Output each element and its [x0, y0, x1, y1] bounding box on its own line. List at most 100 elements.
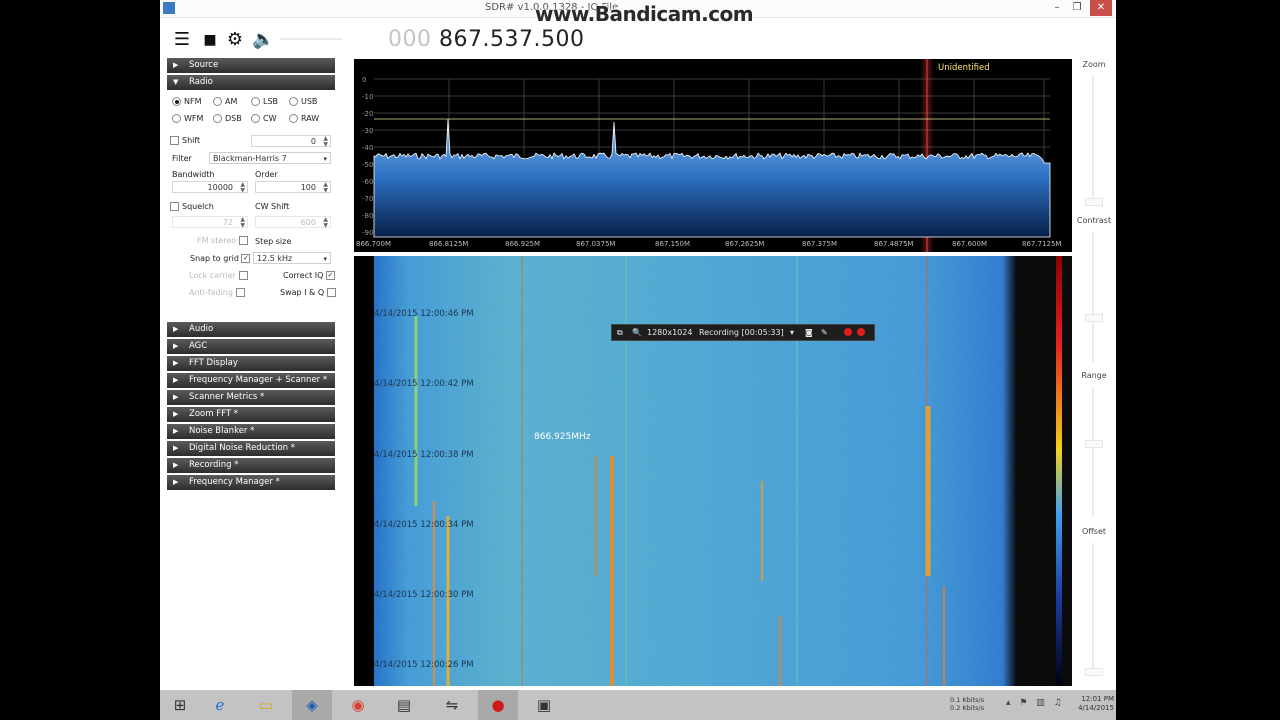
mode-raw[interactable]: RAW [289, 114, 319, 123]
radio-button-dsb[interactable] [213, 114, 222, 123]
panel-noise-blanker[interactable]: ▶ Noise Blanker * [167, 424, 335, 439]
camera-icon[interactable]: ◙ [805, 325, 813, 340]
clock[interactable]: 12:01 PM 4/14/2015 [1070, 695, 1114, 713]
x-tick: 867.4875M [874, 240, 914, 248]
checkbox-correct-iq[interactable]: ✓ [325, 271, 335, 280]
checkbox-snap-to-grid[interactable]: ✓ [241, 254, 251, 263]
app-icon[interactable]: ▤ [384, 690, 424, 720]
panel-frequency-manager-scanner[interactable]: ▶ Frequency Manager + Scanner * [167, 373, 335, 388]
volume-slider[interactable] [280, 38, 342, 40]
bandwidth-input[interactable]: 10000 ▲ ▼ [172, 181, 248, 194]
lock-carrier-checkbox[interactable]: Lock carrier [189, 271, 251, 280]
spinner-icon[interactable]: ▲ ▼ [323, 217, 328, 229]
panel-radio[interactable]: ▼ Radio [167, 75, 335, 90]
mode-am[interactable]: AM [213, 97, 237, 106]
correct-iq-checkbox[interactable]: Correct IQ ✓ [283, 271, 338, 280]
waterfall-display[interactable]: 4/14/2015 12:00:46 PM 4/14/2015 12:00:42… [354, 256, 1072, 686]
offset-slider-thumb[interactable] [1085, 668, 1103, 676]
maximize-button[interactable]: ❐ [1066, 0, 1088, 16]
radio-button-wfm[interactable] [172, 114, 181, 123]
mode-dsb[interactable]: DSB [213, 114, 242, 123]
minimize-button[interactable]: – [1046, 0, 1068, 16]
panel-audio[interactable]: ▶ Audio [167, 322, 335, 337]
internet-explorer-icon[interactable]: ℯ [200, 690, 240, 720]
magnifier-icon[interactable]: 🔍 [632, 325, 642, 340]
checkbox-anti-fading[interactable] [235, 288, 245, 297]
stop-record-icon[interactable] [857, 328, 865, 336]
system-tray-icons[interactable]: ▴ ⚑ ▥ ♫ [1006, 698, 1065, 708]
shift-checkbox[interactable]: Shift [170, 136, 200, 145]
checkbox-shift[interactable] [170, 136, 179, 145]
mode-cw[interactable]: CW [251, 114, 277, 123]
windows-start-icon[interactable]: ⊞ [160, 690, 200, 720]
window-icon[interactable]: ▣ [524, 690, 564, 720]
speaker-icon[interactable]: 🔈 [252, 30, 274, 50]
frequency-display[interactable]: 000 867.537.500 [388, 27, 584, 52]
range-slider-thumb[interactable] [1085, 440, 1103, 448]
panel-agc[interactable]: ▶ AGC [167, 339, 335, 354]
radio-button-am[interactable] [213, 97, 222, 106]
chevron-down-icon[interactable]: ▾ [790, 325, 794, 340]
shift-input[interactable]: 0 ▲ ▼ [251, 135, 331, 148]
panel-digital-noise-reduction[interactable]: ▶ Digital Noise Reduction * [167, 441, 335, 456]
hamburger-menu-icon[interactable]: ☰ [172, 30, 192, 50]
y-tick: -70 [362, 195, 374, 203]
sdrsharp-icon[interactable]: ◈ [292, 690, 332, 720]
cw-shift-label: CW Shift [255, 202, 290, 211]
radio-button-nfm[interactable] [172, 97, 181, 106]
checkbox-swap-iq[interactable] [326, 288, 336, 297]
chrome-icon[interactable]: ◉ [338, 690, 378, 720]
radio-button-raw[interactable] [289, 114, 298, 123]
swap-iq-checkbox[interactable]: Swap I & Q [280, 288, 339, 297]
spectrum-analyzer[interactable]: Unidentified 0 -10 -20 -30 -40 -50 -60 -… [354, 59, 1072, 252]
panel-fft-display[interactable]: ▶ FFT Display [167, 356, 335, 371]
step-size-select[interactable]: 12.5 kHz ▾ [253, 252, 331, 264]
network-icon[interactable]: ⇋ [432, 690, 472, 720]
record-icon[interactable] [844, 328, 852, 336]
pencil-icon[interactable]: ✎ [821, 325, 828, 340]
sdrsharp-window: SDR# v1.0.0.1328 - IQ File www.Bandicam.… [160, 0, 1116, 720]
anti-fading-checkbox[interactable]: Anti-fading [189, 288, 248, 297]
snap-to-grid-checkbox[interactable]: Snap to grid ✓ [190, 254, 253, 263]
spinner-icon[interactable]: ▲ ▼ [240, 182, 245, 194]
contrast-slider-thumb[interactable] [1085, 314, 1103, 322]
mode-wfm[interactable]: WFM [172, 114, 203, 123]
spinner-icon[interactable]: ▲ ▼ [323, 136, 328, 148]
bandicam-record-icon[interactable]: ● [478, 690, 518, 720]
mode-usb[interactable]: USB [289, 97, 317, 106]
stop-icon[interactable]: ■ [200, 30, 220, 50]
contrast-slider[interactable] [1092, 232, 1094, 362]
radio-button-lsb[interactable] [251, 97, 260, 106]
fm-stereo-checkbox[interactable]: FM stereo [197, 236, 251, 245]
panel-frequency-manager[interactable]: ▶ Frequency Manager * [167, 475, 335, 490]
panel-source[interactable]: ▶ Source [167, 58, 335, 73]
filter-select[interactable]: Blackman-Harris 7 ▾ [209, 152, 331, 164]
x-tick: 866.925M [505, 240, 540, 248]
panel-recording[interactable]: ▶ Recording * [167, 458, 335, 473]
mode-lsb[interactable]: LSB [251, 97, 278, 106]
squelch-input[interactable]: 72 ▲ ▼ [172, 216, 248, 229]
offset-slider[interactable] [1092, 543, 1094, 673]
panel-zoom-fft[interactable]: ▶ Zoom FFT * [167, 407, 335, 422]
zoom-slider[interactable] [1092, 76, 1094, 206]
zoom-slider-thumb[interactable] [1085, 198, 1103, 206]
spinner-icon[interactable]: ▲ ▼ [240, 217, 245, 229]
window-mode-icon[interactable]: ⧉ [617, 325, 623, 340]
spinner-icon[interactable]: ▲ ▼ [323, 182, 328, 194]
radio-button-usb[interactable] [289, 97, 298, 106]
squelch-checkbox[interactable]: Squelch [170, 202, 214, 211]
panel-scanner-metrics[interactable]: ▶ Scanner Metrics * [167, 390, 335, 405]
bandicam-recording-bar[interactable]: ⧉ 🔍 1280x1024 Recording [00:05:33] ▾ ◙ ✎ [611, 324, 875, 341]
order-input[interactable]: 100 ▲ ▼ [255, 181, 331, 194]
mode-nfm[interactable]: NFM [172, 97, 202, 106]
close-button[interactable]: ✕ [1090, 0, 1112, 16]
gear-icon[interactable]: ⚙ [225, 30, 245, 50]
file-explorer-icon[interactable]: ▭ [246, 690, 286, 720]
cw-shift-input[interactable]: 600 ▲ ▼ [255, 216, 331, 229]
checkbox-fm-stereo[interactable] [238, 236, 248, 245]
checkbox-lock-carrier[interactable] [238, 271, 248, 280]
radio-button-cw[interactable] [251, 114, 260, 123]
collapse-arrow-icon: ▼ [173, 78, 179, 86]
range-slider[interactable] [1092, 387, 1094, 517]
checkbox-squelch[interactable] [170, 202, 179, 211]
